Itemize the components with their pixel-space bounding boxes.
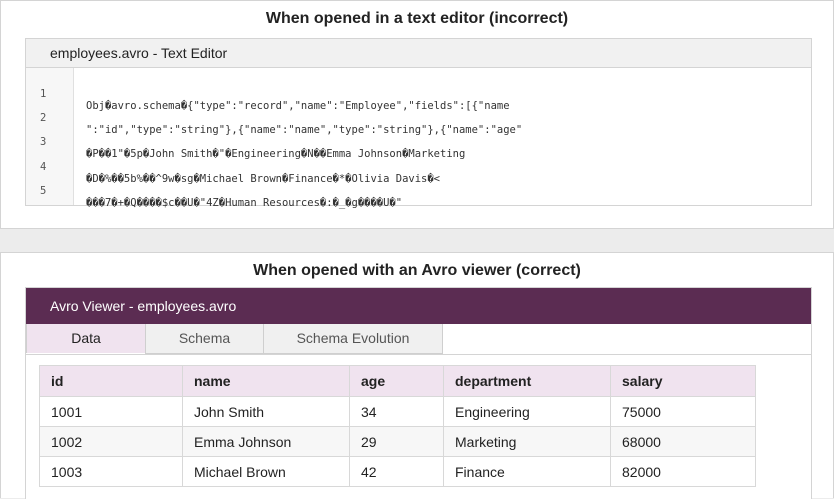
text-editor-title-bar: employees.avro - Text Editor bbox=[26, 39, 811, 68]
line-number: 1 bbox=[40, 88, 47, 100]
cell-salary: 75000 bbox=[610, 396, 756, 427]
cell-age: 42 bbox=[349, 456, 444, 487]
line-number: 4 bbox=[40, 161, 47, 173]
code-line-4[interactable]: 4 �D�%��5b%��^9w�sg�Michael Brown�Financ… bbox=[26, 149, 440, 185]
cell-name: Emma Johnson bbox=[182, 426, 350, 457]
column-header-department[interactable]: department bbox=[443, 365, 611, 397]
cell-age: 29 bbox=[349, 426, 444, 457]
cell-id: 1003 bbox=[39, 456, 183, 487]
code-line-5[interactable]: 5 ���7�+�Q����$c��U�"4Z�Human Resources�… bbox=[26, 173, 402, 209]
table-header-row: id name age department salary bbox=[39, 365, 756, 397]
code-line-1[interactable]: 1 Obj�avro.schema�{"type":"record","name… bbox=[26, 76, 510, 112]
text-editor-section: When opened in a text editor (incorrect)… bbox=[0, 0, 834, 229]
tab-schema[interactable]: Schema bbox=[145, 324, 264, 354]
cell-name: John Smith bbox=[182, 396, 350, 427]
avro-viewer-section-title: When opened with an Avro viewer (correct… bbox=[253, 262, 581, 279]
cell-department: Finance bbox=[443, 456, 611, 487]
column-header-name[interactable]: name bbox=[182, 365, 350, 397]
avro-viewer-section: When opened with an Avro viewer (correct… bbox=[0, 252, 834, 499]
column-header-age[interactable]: age bbox=[349, 365, 444, 397]
avro-viewer-window: Avro Viewer - employees.avro Data Schema… bbox=[25, 287, 812, 499]
text-editor-section-title: When opened in a text editor (incorrect) bbox=[265, 10, 569, 27]
table-row[interactable]: 1003 Michael Brown 42 Finance 82000 bbox=[39, 456, 756, 487]
line-number: 3 bbox=[40, 136, 47, 148]
line-text: �P��1"�5p�John Smith�"�Engineering�N��Em… bbox=[86, 148, 466, 160]
tab-schema-evolution[interactable]: Schema Evolution bbox=[263, 324, 443, 354]
line-text: ":"id","type":"string"},{"name":"name","… bbox=[86, 124, 523, 136]
cell-name: Michael Brown bbox=[182, 456, 350, 487]
cell-salary: 82000 bbox=[610, 456, 756, 487]
data-table: id name age department salary 1001 John … bbox=[39, 365, 756, 487]
text-editor-window: employees.avro - Text Editor 1 Obj�avro.… bbox=[25, 38, 812, 209]
code-line-3[interactable]: 3 �P��1"�5p�John Smith�"�Engineering�N��… bbox=[26, 124, 465, 160]
line-text: �D�%��5b%��^9w�sg�Michael Brown�Finance�… bbox=[86, 173, 441, 185]
cell-salary: 68000 bbox=[610, 426, 756, 457]
avro-viewer-title-bar: Avro Viewer - employees.avro bbox=[26, 288, 811, 324]
line-number: 2 bbox=[40, 112, 47, 124]
cell-department: Marketing bbox=[443, 426, 611, 457]
line-number: 5 bbox=[40, 185, 47, 197]
table-row[interactable]: 1001 John Smith 34 Engineering 75000 bbox=[39, 396, 756, 427]
code-line-2[interactable]: 2 ":"id","type":"string"},{"name":"name"… bbox=[26, 100, 522, 136]
column-header-id[interactable]: id bbox=[39, 365, 183, 397]
cell-id: 1001 bbox=[39, 396, 183, 427]
cell-age: 34 bbox=[349, 396, 444, 427]
line-text: ���7�+�Q����$c��U�"4Z�Human Resources�:�… bbox=[86, 197, 403, 209]
tabs-divider bbox=[26, 354, 811, 355]
cell-id: 1002 bbox=[39, 426, 183, 457]
column-header-salary[interactable]: salary bbox=[610, 365, 756, 397]
cell-department: Engineering bbox=[443, 396, 611, 427]
line-text: Obj�avro.schema�{"type":"record","name":… bbox=[86, 100, 510, 112]
table-row[interactable]: 1002 Emma Johnson 29 Marketing 68000 bbox=[39, 426, 756, 457]
tab-data[interactable]: Data bbox=[26, 324, 146, 353]
